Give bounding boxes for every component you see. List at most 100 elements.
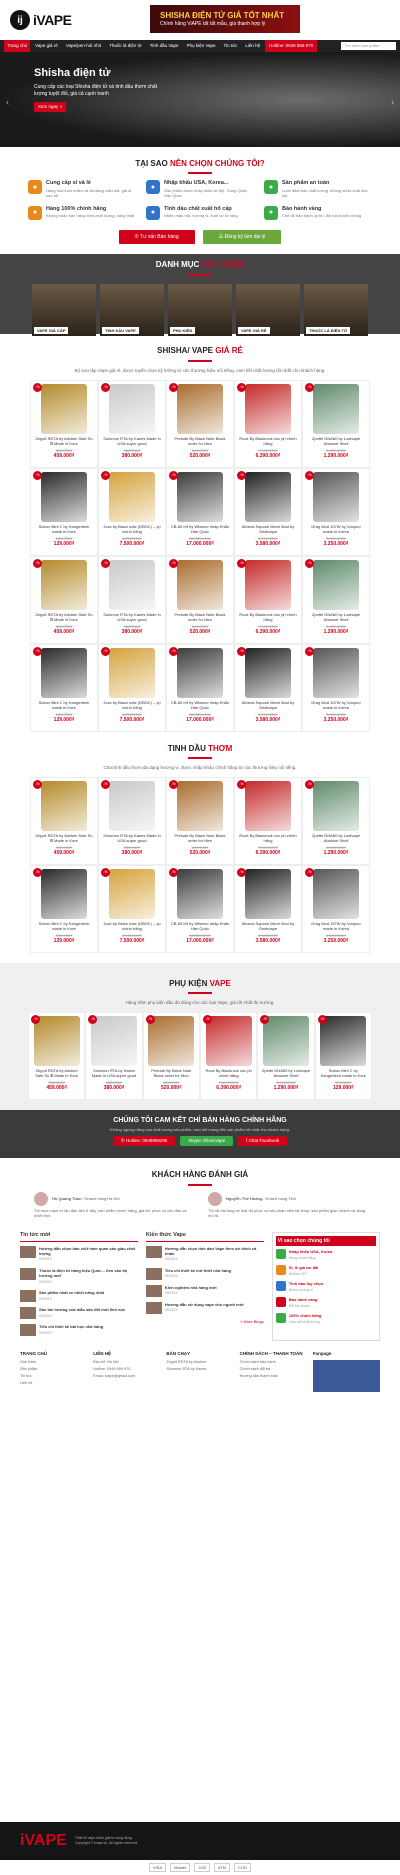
product-image[interactable] [109,780,155,831]
footer-link[interactable]: Zeppit RDTA by Advken [166,1360,233,1365]
nav-item-oil[interactable]: Tinh dầu Vape [147,40,182,52]
blog-thumbnail[interactable] [20,1246,36,1259]
nav-item-contact[interactable]: Liên hệ [242,40,263,52]
sales-advice-button[interactable]: ✆ Tư vấn Bán hàng [118,229,195,245]
product-card[interactable]: -% Subox Mini C by Kangertech made in Kor… [314,1012,372,1101]
skype-button[interactable]: Skype: ithuocvape [180,1136,234,1147]
category-card[interactable]: VAPE GIÁ RẺ [236,283,300,336]
product-image[interactable] [245,868,291,919]
product-image[interactable] [313,868,359,919]
product-card[interactable]: -% Zpette DNA60 by Lostvape Abalone Shell… [302,379,370,468]
footer-link[interactable]: Hotline: 0949 959 970 [93,1367,160,1372]
blog-item[interactable]: Tiểu chí thiết kế bài học nhà hàng 05/201… [20,1324,138,1337]
product-card[interactable]: -% Solomon RTA by Kaees Made in USA super… [98,776,166,865]
product-image[interactable] [148,1016,195,1067]
product-card[interactable]: -% Zeppit RDTA by Advken Sale Su Ⅲ Made i… [30,555,98,644]
product-image[interactable] [205,1016,252,1067]
product-image[interactable] [177,780,223,831]
promo-banner[interactable]: SHISHA ĐIỆN TỬ GIÁ TỐT NHẤT Chính hãng V… [150,5,300,33]
product-image[interactable] [41,647,87,698]
product-card[interactable]: -% Rock By Blackrock xúc ph chính hãng 7.0… [234,555,302,644]
agency-signup-button[interactable]: ☰ Đăng ký làm đại lý [202,229,282,245]
blog-thumbnail[interactable] [145,1268,162,1281]
product-card[interactable]: -% Solomon RTA by Kaees Made in USA super… [98,379,166,468]
product-card[interactable]: -% Zeppit RDTA by Advken Sale Su Ⅲ Made i… [30,379,98,468]
sidebar-item[interactable]: Nhập khẩu USA, Korea Hàng chính hãng [275,1249,376,1262]
product-card[interactable]: -% Drag Mod 157W by Voopoo made in Korea 3… [302,467,370,556]
blog-item[interactable]: Hướng dẫn chọn tinh dầu Vape theo sở thí… [145,1246,264,1264]
blog-item[interactable]: Thuốc lá điện tử hàng hiệu Quốc – Xen và… [20,1268,138,1286]
product-card[interactable]: -% Subox Mini C by Kangertech made in Kor… [30,467,98,556]
nav-item-home[interactable]: Trang chủ [4,40,31,52]
product-image[interactable] [313,559,359,610]
blog-item[interactable]: Sân tìm hướng của mẫu sản đổi mới lĩnh v… [20,1307,138,1320]
product-card[interactable]: -% CB-60 Kit by Wismec nhập Khẩu Hàn Quốc… [166,864,234,953]
blog-item[interactable]: Sản phẩm nhất xe nhiệt năng nhất 05/2019 [20,1290,138,1303]
hotline-button[interactable]: ✆ Hotline: 0949959295 [112,1136,176,1147]
blog-thumbnail[interactable] [20,1307,36,1320]
product-card[interactable]: -% Zpette DNA60 by Lostvape Abalone Shell… [302,555,370,644]
product-image[interactable] [313,647,359,698]
footer-link[interactable]: Solomon RTA by Kaees [166,1367,233,1372]
product-image[interactable] [41,471,87,522]
footer-link[interactable]: Sản phẩm [20,1367,87,1372]
product-image[interactable] [313,383,359,434]
product-image[interactable] [245,780,291,831]
product-image[interactable] [320,1016,367,1067]
chevron-right-icon[interactable]: › [391,97,394,109]
product-image[interactable] [41,559,87,610]
footer-link[interactable]: Hướng dẫn thanh toán [240,1374,307,1379]
product-image[interactable] [33,1016,80,1067]
product-card[interactable]: -% Drag Mod 157W by Voopoo made in Korea 3… [302,864,370,953]
category-card[interactable]: TINH DẦU VAPE [100,283,164,336]
sidebar-item[interactable]: Bảo hành vàng Đổi trả nhanh [275,1297,376,1310]
product-card[interactable]: -% Jozz by Black note (DBHC) – xp chính h… [98,467,166,556]
product-card[interactable]: -% Solomon RTA by Kaees Made in USA super… [98,555,166,644]
nav-item-accessories[interactable]: Phụ kiện Vape [184,40,219,52]
product-image[interactable] [109,647,155,698]
blog-item[interactable]: Hướng dẫn sử dụng vape cho người mới 05/2… [145,1302,264,1315]
footer-link[interactable]: Email: ivape@gmail.com [93,1374,160,1379]
category-card[interactable]: VAPE GIÁ CẤP [32,283,96,336]
product-image[interactable] [313,471,359,522]
product-card[interactable]: -% Athena Squonk Mech Mod by Geekvape 4.00… [234,864,302,953]
product-card[interactable]: -% CB-60 Kit by Wismec nhập Khẩu Hàn Quốc… [166,643,234,732]
product-image[interactable] [245,647,291,698]
blog-thumbnail[interactable] [20,1324,36,1337]
product-card[interactable]: -% Subox Mini C by Kangertech made in Kor… [30,864,98,953]
nav-item-ecig[interactable]: Thuốc lá điện tử [106,40,145,52]
more-blogs-link[interactable]: » More Blogs [146,1319,264,1324]
blog-thumbnail[interactable] [20,1268,36,1281]
product-image[interactable] [177,559,223,610]
nav-item-news[interactable]: Tin tức [221,40,241,52]
search-input[interactable]: Tìm kiếm sản phẩm... [341,42,396,50]
product-image[interactable] [109,471,155,522]
hotline-link[interactable]: Hotline: 0949 959 970 [265,40,318,52]
sidebar-item[interactable]: Tinh dầu tùy chọn Nhiều hương vị [275,1281,376,1294]
product-card[interactable]: -% Zeppit RDTA by Advken Sale Su Ⅲ Made i… [28,1012,86,1101]
product-card[interactable]: -% Athena Squonk Mech Mod by Geekvape 4.00… [234,467,302,556]
footer-link[interactable]: Chính sách bảo hành [240,1360,307,1365]
blog-item[interactable]: Tiêu chí thiết kế mở thiết nhà hàng 05/20… [145,1268,264,1281]
nav-item-cheap-vape[interactable]: Vape giá rẻ [32,40,61,52]
blog-item[interactable]: Hướng dẫn chọn bán chữ hàm quan sản giàu… [20,1246,138,1264]
nav-item-pen[interactable]: Vape/pen-hút nhỏ [63,40,104,52]
logo[interactable]: ij iVAPE [10,10,72,30]
product-card[interactable]: -% Prelude By Black Note Black order for … [142,1012,200,1101]
blog-thumbnail[interactable] [145,1285,162,1298]
product-card[interactable]: -% CB-60 Kit by Wismec nhập Khẩu Hàn Quốc… [166,467,234,556]
product-image[interactable] [109,868,155,919]
product-image[interactable] [41,780,87,831]
product-card[interactable]: -% Rock By Blackrock xúc ph chính hãng 7.0… [234,776,302,865]
hero-button[interactable]: Xem ngay » [34,102,67,113]
product-image[interactable] [41,868,87,919]
product-image[interactable] [177,868,223,919]
product-card[interactable]: -% Drag Mod 157W by Voopoo made in Korea 3… [302,643,370,732]
category-card[interactable]: THUỐC LÁ ĐIỆN TỬ [304,283,368,336]
product-card[interactable]: -% Prelude By Black Note Black order for … [166,379,234,468]
product-image[interactable] [177,647,223,698]
product-image[interactable] [90,1016,137,1067]
product-card[interactable]: -% Jozz by Black note (DBHC) – xp chính h… [98,643,166,732]
blog-thumbnail[interactable] [20,1290,36,1303]
footer-link[interactable]: Giới thiệu [20,1360,87,1365]
